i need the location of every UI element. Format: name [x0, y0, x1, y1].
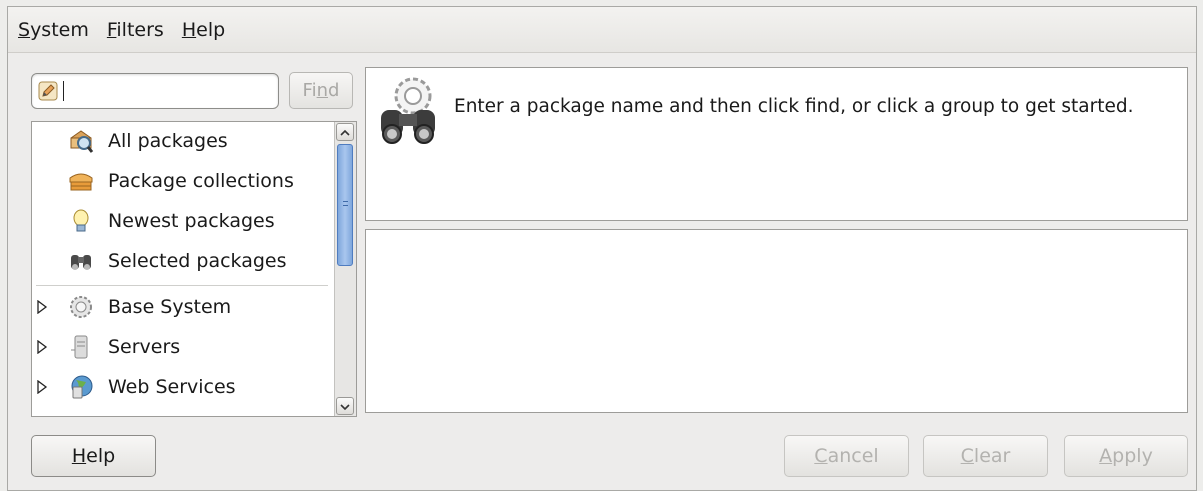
chevron-down-icon	[340, 404, 350, 411]
list-item-label: Package collections	[108, 170, 294, 192]
text-caret	[63, 81, 64, 101]
info-message: Enter a package name and then click find…	[454, 96, 1134, 117]
help-button[interactable]: Help	[31, 435, 156, 477]
clear-button[interactable]: Clear	[923, 435, 1048, 477]
list-item-label: Servers	[108, 336, 181, 358]
results-panel[interactable]	[365, 229, 1188, 413]
expander-arrow-icon[interactable]	[36, 300, 48, 314]
list-item-newest-packages[interactable]: Newest packages	[32, 202, 332, 240]
cancel-button[interactable]: Cancel	[784, 435, 909, 477]
list-item-base-system[interactable]: Base System	[32, 288, 332, 326]
chevron-up-icon	[340, 129, 350, 136]
list-item-label: Base System	[108, 296, 232, 318]
group-list-scrollbar[interactable]	[334, 122, 356, 416]
group-list[interactable]: All packages Package collections Newest …	[31, 121, 357, 417]
lightbulb-icon	[73, 209, 89, 232]
info-panel: Enter a package name and then click find…	[365, 67, 1188, 221]
package-box-icon	[69, 173, 93, 191]
find-button[interactable]: Find	[289, 72, 353, 109]
binoculars-icon	[71, 255, 91, 270]
edit-icon	[38, 81, 58, 101]
scroll-thumb[interactable]	[337, 144, 353, 266]
apply-button[interactable]: Apply	[1064, 435, 1188, 477]
list-item-package-collections[interactable]: Package collections	[32, 162, 332, 200]
menu-filters[interactable]: Filters	[107, 19, 164, 41]
list-separator	[36, 285, 328, 286]
package-manager-window: System Filters Help Find All packages Pa…	[7, 6, 1197, 491]
binoculars-gear-icon	[381, 77, 435, 144]
all-packages-icon	[70, 130, 94, 153]
list-item-servers[interactable]: Servers	[32, 328, 332, 366]
list-item-label: All packages	[108, 130, 228, 152]
expander-arrow-icon[interactable]	[36, 380, 48, 394]
gear-icon	[70, 296, 92, 318]
menu-help[interactable]: Help	[182, 19, 225, 41]
list-item-selected-packages[interactable]: Selected packages	[32, 242, 332, 280]
menu-system[interactable]: System	[18, 19, 89, 41]
menu-bar: System Filters Help	[8, 7, 1196, 53]
globe-server-icon	[71, 375, 93, 399]
scroll-down-button[interactable]	[336, 397, 354, 415]
search-input[interactable]	[31, 73, 279, 109]
scroll-up-button[interactable]	[336, 123, 354, 141]
list-item-label: Newest packages	[108, 210, 275, 232]
list-item-web-services[interactable]: Web Services	[32, 368, 332, 406]
list-item-all-packages[interactable]: All packages	[32, 122, 332, 160]
list-item-label: Web Services	[108, 376, 236, 398]
list-item-label: Selected packages	[108, 250, 287, 272]
server-icon	[71, 335, 88, 359]
expander-arrow-icon[interactable]	[36, 340, 48, 354]
